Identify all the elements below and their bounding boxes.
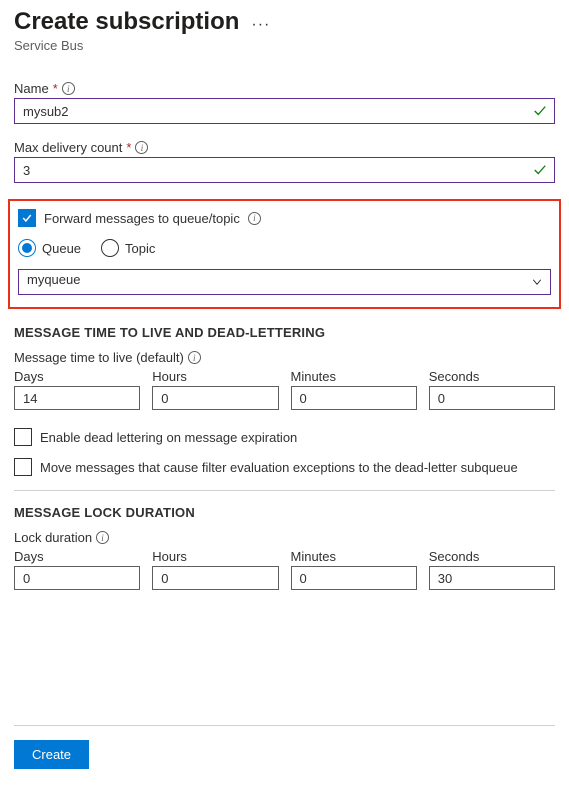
info-icon[interactable]: i (62, 82, 75, 95)
lock-days-label: Days (14, 549, 140, 564)
lock-hours-input[interactable] (152, 566, 278, 590)
info-icon[interactable]: i (96, 531, 109, 544)
ttl-minutes-input[interactable] (291, 386, 417, 410)
ttl-days-label: Days (14, 369, 140, 384)
info-icon[interactable]: i (135, 141, 148, 154)
info-icon[interactable]: i (248, 212, 261, 225)
lock-days-input[interactable] (14, 566, 140, 590)
filter-exceptions-checkbox[interactable] (14, 458, 32, 476)
more-icon[interactable]: ··· (251, 12, 270, 34)
deadletter-label: Enable dead lettering on message expirat… (40, 430, 297, 445)
required-asterisk: * (126, 140, 131, 155)
page-title: Create subscription (14, 8, 239, 36)
lock-seconds-label: Seconds (429, 549, 555, 564)
ttl-hours-input[interactable] (152, 386, 278, 410)
lock-section-heading: MESSAGE LOCK DURATION (14, 505, 555, 520)
name-input[interactable] (14, 98, 555, 124)
forward-checkbox-label: Forward messages to queue/topic (44, 211, 240, 226)
ttl-days-input[interactable] (14, 386, 140, 410)
ttl-seconds-input[interactable] (429, 386, 555, 410)
page-subtitle: Service Bus (14, 38, 555, 53)
max-delivery-label: Max delivery count (14, 140, 122, 155)
radio-queue-label: Queue (42, 241, 81, 256)
filter-exceptions-label: Move messages that cause filter evaluati… (40, 460, 518, 475)
ttl-sublabel: Message time to live (default) (14, 350, 184, 365)
lock-hours-label: Hours (152, 549, 278, 564)
forward-section: Forward messages to queue/topic i Queue … (8, 199, 561, 309)
lock-minutes-input[interactable] (291, 566, 417, 590)
lock-sublabel: Lock duration (14, 530, 92, 545)
info-icon[interactable]: i (188, 351, 201, 364)
radio-queue[interactable] (18, 239, 36, 257)
radio-topic[interactable] (101, 239, 119, 257)
forward-checkbox[interactable] (18, 209, 36, 227)
max-delivery-input[interactable] (14, 157, 555, 183)
forward-target-value: myqueue (27, 272, 80, 287)
ttl-hours-label: Hours (152, 369, 278, 384)
ttl-section-heading: MESSAGE TIME TO LIVE AND DEAD-LETTERING (14, 325, 555, 340)
create-button[interactable]: Create (14, 740, 89, 769)
lock-seconds-input[interactable] (429, 566, 555, 590)
forward-target-select[interactable]: myqueue (18, 269, 551, 295)
section-divider (14, 490, 555, 491)
name-label: Name (14, 81, 49, 96)
required-asterisk: * (53, 81, 58, 96)
lock-minutes-label: Minutes (291, 549, 417, 564)
ttl-seconds-label: Seconds (429, 369, 555, 384)
deadletter-checkbox[interactable] (14, 428, 32, 446)
radio-topic-label: Topic (125, 241, 155, 256)
ttl-minutes-label: Minutes (291, 369, 417, 384)
